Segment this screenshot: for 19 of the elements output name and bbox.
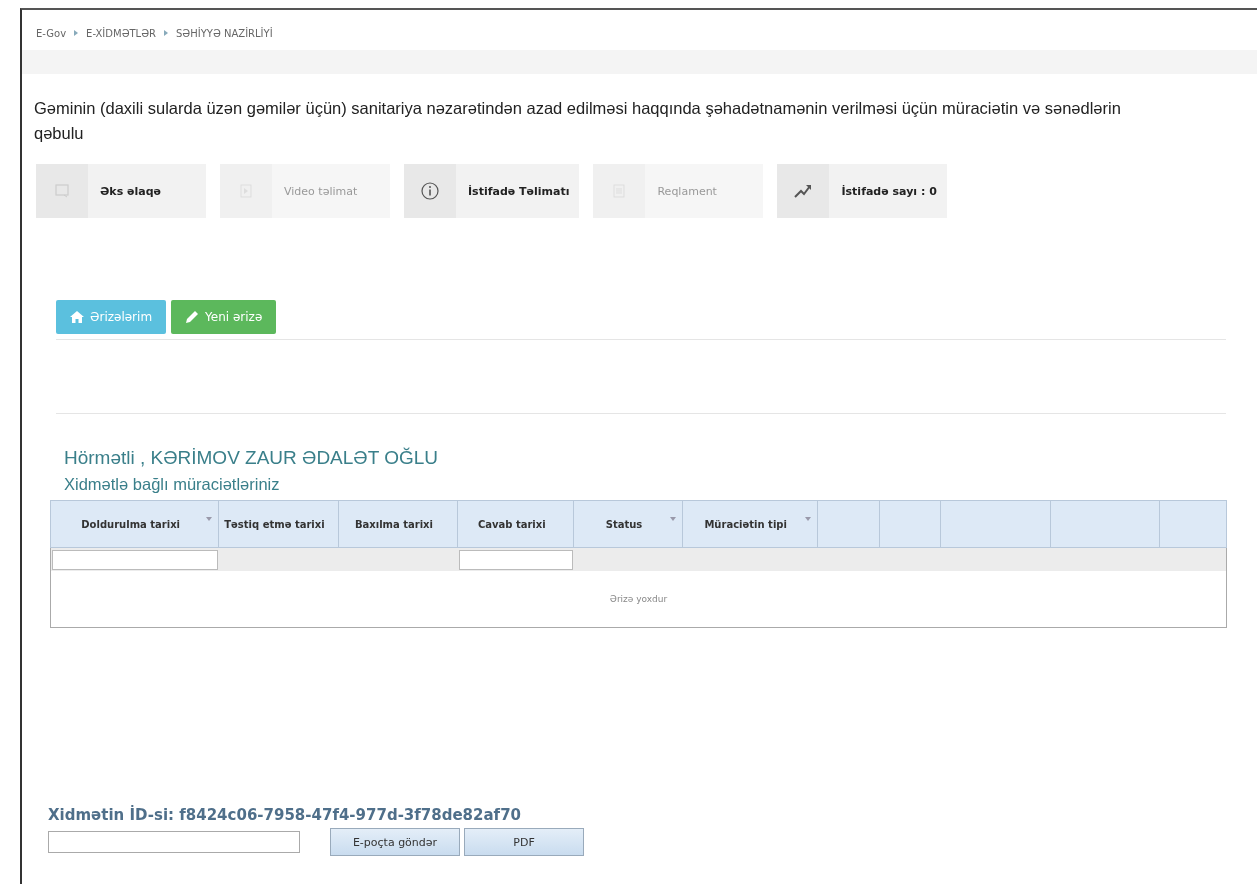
toolbar-button[interactable]: İstifadə sayı : 0: [777, 164, 948, 218]
pdf-button[interactable]: PDF: [464, 828, 584, 856]
service-id-text: Xidmətin İD-si: f8424c06-7958-47f4-977d-3f78de82af70: [48, 806, 522, 824]
column-header[interactable]: Status: [573, 500, 683, 548]
page-title: Gəminin (daxili sularda üzən gəmilər üçün) sanitariya nəzarətindən azad edilməsi haqqında şəhadətnamənin verilməsi üçün müraciətin və sənədlərin qəbulu: [34, 98, 1122, 144]
column-header: Təstiq etmə tarixi: [218, 500, 339, 548]
send-email-button[interactable]: E-poçta göndər: [330, 828, 460, 856]
section-subtitle: Xidmətlə bağlı müraciətləriniz: [64, 475, 281, 494]
empty-message: Ərizə yoxdur: [609, 594, 668, 604]
column-header: Cavab tarixi: [457, 500, 574, 548]
column-header: Baxılma tarixi: [338, 500, 458, 548]
breadcrumb-link[interactable]: SƏHİYYƏ NAZİRLİYİ: [176, 27, 273, 39]
greeting-text: Hörmətli , KƏRİMOV ZAUR ƏDALƏT OĞLU: [64, 447, 440, 469]
toolbar-button[interactable]: İstifadə Təlimatı: [404, 164, 580, 218]
column-header[interactable]: Doldurulma tarixi: [50, 500, 219, 548]
breadcrumb-link[interactable]: E-Gov: [36, 27, 67, 39]
toolbar-button[interactable]: Əks əlaqə: [36, 164, 206, 218]
breadcrumb-link[interactable]: E-XİDMƏTLƏR: [86, 27, 156, 39]
column-header[interactable]: Müraciətin tipi: [682, 500, 818, 548]
